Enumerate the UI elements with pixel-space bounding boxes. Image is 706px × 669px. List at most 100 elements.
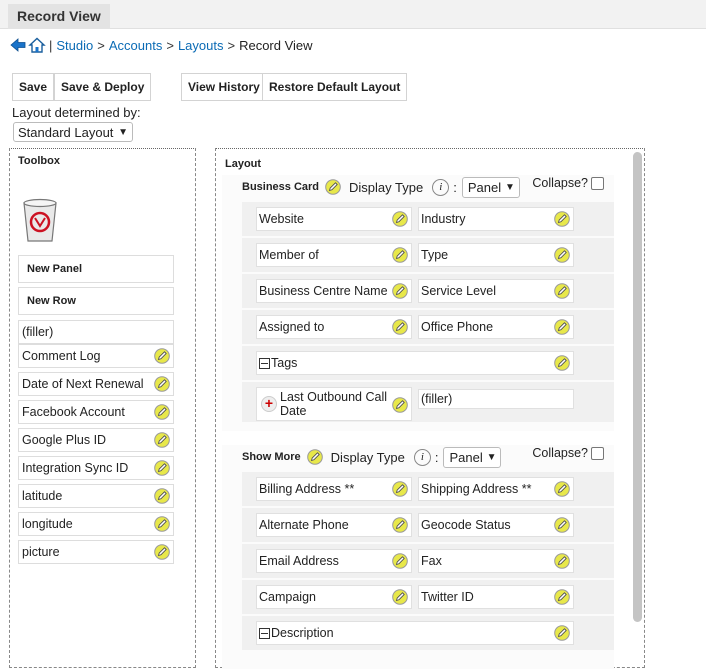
pencil-icon[interactable] <box>554 247 570 263</box>
panel-name: Show More <box>242 451 301 463</box>
collapse-checkbox[interactable] <box>591 446 604 460</box>
pencil-icon[interactable] <box>154 376 170 392</box>
pencil-icon[interactable] <box>554 517 570 533</box>
layout-determined-select[interactable]: Standard Layout ▼ <box>13 122 133 142</box>
layout-field[interactable]: Email Address <box>256 549 412 573</box>
pencil-icon[interactable] <box>392 481 408 497</box>
layout-field[interactable]: Member of <box>256 243 412 267</box>
layout-field[interactable]: Description <box>256 621 574 645</box>
toolbox-field[interactable]: Google Plus ID <box>18 428 174 452</box>
pencil-icon[interactable] <box>154 516 170 532</box>
collapse-checkbox[interactable] <box>591 176 604 190</box>
pencil-icon[interactable] <box>554 319 570 335</box>
layout-field[interactable]: Alternate Phone <box>256 513 412 537</box>
collapse-control: Collapse? <box>532 446 604 460</box>
layout-field[interactable]: Tags <box>256 351 574 375</box>
save-deploy-button[interactable]: Save & Deploy <box>54 73 152 101</box>
pencil-icon[interactable] <box>392 211 408 227</box>
layout-field[interactable]: Industry <box>418 207 574 231</box>
toolbox-field[interactable]: picture <box>18 540 174 564</box>
toolbox-field[interactable]: latitude <box>18 484 174 508</box>
layout-row[interactable]: Member of Type <box>242 238 614 272</box>
breadcrumb-studio[interactable]: Studio <box>56 38 93 53</box>
display-type-select[interactable]: Panel ▼ <box>461 176 520 198</box>
layout-row[interactable]: Billing Address ** Shipping Address ** <box>242 472 614 506</box>
layout-row[interactable]: Campaign Twitter ID <box>242 580 614 614</box>
layout-field[interactable]: Campaign <box>256 585 412 609</box>
layout-field[interactable]: Billing Address ** <box>256 477 412 501</box>
pencil-icon[interactable] <box>154 348 170 364</box>
layout-field[interactable]: Geocode Status <box>418 513 574 537</box>
panel-business-card[interactable]: Business Card Display Type i : Panel ▼ Co… <box>222 175 614 431</box>
layout-field[interactable]: + Last Outbound Call Date <box>256 387 412 421</box>
info-icon[interactable]: i <box>413 448 431 466</box>
layout-scrollbar[interactable] <box>633 152 642 622</box>
colon: : <box>434 449 439 465</box>
pencil-icon[interactable] <box>325 179 341 195</box>
home-icon[interactable] <box>28 36 46 54</box>
pencil-icon[interactable] <box>392 319 408 335</box>
plus-icon[interactable]: + <box>261 396 277 412</box>
layout-row[interactable]: Website Industry <box>242 202 614 236</box>
restore-default-layout-button[interactable]: Restore Default Layout <box>262 73 408 101</box>
pencil-icon[interactable] <box>154 460 170 476</box>
layout-field[interactable]: Assigned to <box>256 315 412 339</box>
layout-field[interactable]: Office Phone <box>418 315 574 339</box>
toolbox-filler[interactable]: (filler) <box>18 320 174 344</box>
toolbox-field[interactable]: Facebook Account <box>18 400 174 424</box>
new-panel-item[interactable]: New Panel <box>18 255 174 283</box>
layout-field-label: Billing Address ** <box>259 482 355 496</box>
pencil-icon[interactable] <box>154 544 170 560</box>
pencil-icon[interactable] <box>392 247 408 263</box>
pencil-icon[interactable] <box>554 481 570 497</box>
layout-field[interactable]: (filler) <box>418 389 574 409</box>
trash-icon[interactable] <box>21 197 59 243</box>
layout-row[interactable]: Business Centre Name Service Level <box>242 274 614 308</box>
layout-field[interactable]: Shipping Address ** <box>418 477 574 501</box>
layout-row[interactable]: Description <box>242 616 614 650</box>
pencil-icon[interactable] <box>154 432 170 448</box>
layout-field[interactable]: Service Level <box>418 279 574 303</box>
save-button[interactable]: Save <box>12 73 55 101</box>
layout-field[interactable]: Business Centre Name <box>256 279 412 303</box>
pencil-icon[interactable] <box>554 211 570 227</box>
toolbox-field[interactable]: Integration Sync ID <box>18 456 174 480</box>
breadcrumb-layouts[interactable]: Layouts <box>178 38 224 53</box>
breadcrumb-accounts[interactable]: Accounts <box>109 38 162 53</box>
toolbox-field[interactable]: Date of Next Renewal <box>18 372 174 396</box>
toolbox-field[interactable]: Comment Log <box>18 344 174 368</box>
toolbox-field[interactable]: longitude <box>18 512 174 536</box>
minus-icon[interactable] <box>259 357 270 369</box>
layout-field[interactable]: Twitter ID <box>418 585 574 609</box>
pencil-icon[interactable] <box>554 625 570 641</box>
tab-record-view[interactable]: Record View <box>8 4 110 29</box>
pencil-icon[interactable] <box>392 283 408 299</box>
pencil-icon[interactable] <box>392 553 408 569</box>
pencil-icon[interactable] <box>154 488 170 504</box>
new-row-item[interactable]: New Row <box>18 287 174 315</box>
layout-field-label: Tags <box>271 356 298 370</box>
minus-icon[interactable] <box>259 627 270 639</box>
layout-row[interactable]: Email Address Fax <box>242 544 614 578</box>
layout-field[interactable]: Fax <box>418 549 574 573</box>
pencil-icon[interactable] <box>392 397 408 413</box>
pencil-icon[interactable] <box>306 449 323 465</box>
layout-field[interactable]: Type <box>418 243 574 267</box>
layout-row[interactable]: + Last Outbound Call Date (filler) <box>242 382 614 422</box>
back-arrow-icon[interactable] <box>9 36 27 54</box>
view-history-button[interactable]: View History <box>181 73 267 101</box>
pencil-icon[interactable] <box>554 589 570 605</box>
pencil-icon[interactable] <box>154 404 170 420</box>
info-icon[interactable]: i <box>432 178 450 196</box>
pencil-icon[interactable] <box>392 589 408 605</box>
layout-field[interactable]: Website <box>256 207 412 231</box>
pencil-icon[interactable] <box>554 553 570 569</box>
pencil-icon[interactable] <box>554 283 570 299</box>
pencil-icon[interactable] <box>554 355 570 371</box>
display-type-select[interactable]: Panel ▼ <box>443 446 502 468</box>
layout-row[interactable]: Alternate Phone Geocode Status <box>242 508 614 542</box>
panel-show-more[interactable]: Show More Display Type i : Panel ▼ Collap… <box>222 445 614 669</box>
pencil-icon[interactable] <box>392 517 408 533</box>
layout-row[interactable]: Assigned to Office Phone <box>242 310 614 344</box>
layout-row[interactable]: Tags <box>242 346 614 380</box>
